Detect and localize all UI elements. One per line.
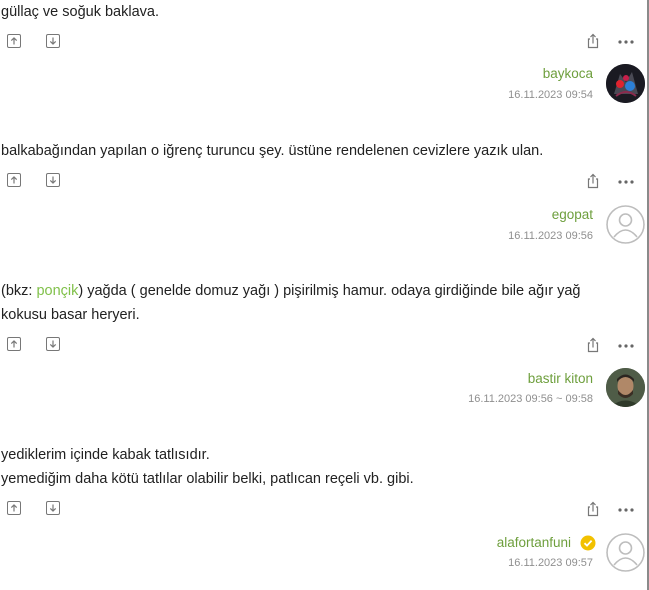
author-name[interactable]: bastir kiton bbox=[528, 371, 593, 386]
entry-text: ) yağda ( genelde domuz yağı ) pişirilmi… bbox=[78, 283, 581, 299]
more-options-icon[interactable] bbox=[617, 506, 635, 514]
default-user-icon bbox=[606, 205, 645, 244]
entry-text-line: yemediğim daha kötü tatlılar olabilir be… bbox=[1, 471, 414, 487]
more-options-icon[interactable] bbox=[617, 342, 635, 350]
entry-date[interactable]: 16.11.2023 09:57 bbox=[508, 557, 593, 569]
author-name[interactable]: alafortanfuni bbox=[497, 535, 571, 550]
upvote-icon[interactable] bbox=[7, 501, 21, 515]
entry-content: balkabağından yapılan o iğrenç turuncu ş… bbox=[1, 139, 543, 163]
entry-text-line: balkabağından yapılan o iğrenç turuncu ş… bbox=[1, 143, 544, 159]
upvote-icon[interactable] bbox=[7, 173, 21, 187]
downvote-icon[interactable] bbox=[46, 173, 60, 187]
downvote-icon[interactable] bbox=[46, 34, 60, 48]
share-icon[interactable] bbox=[585, 337, 601, 353]
entry-date[interactable]: 16.11.2023 09:54 bbox=[508, 89, 593, 101]
entry-text-line: güllaç ve soğuk baklava. bbox=[1, 4, 159, 20]
share-icon[interactable] bbox=[585, 33, 601, 49]
entry-date[interactable]: 16.11.2023 09:56 bbox=[508, 230, 593, 242]
author-avatar[interactable] bbox=[606, 64, 645, 103]
more-options-icon[interactable] bbox=[617, 178, 635, 186]
entry-date[interactable]: 16.11.2023 09:56 ~ 09:58 bbox=[468, 393, 593, 405]
author-avatar[interactable] bbox=[606, 533, 645, 572]
share-icon[interactable] bbox=[585, 501, 601, 517]
author-avatar[interactable] bbox=[606, 368, 645, 407]
entry-content: güllaç ve soğuk baklava. bbox=[1, 0, 159, 24]
share-icon[interactable] bbox=[585, 173, 601, 189]
entry-text-line: kokusu basar heryeri. bbox=[1, 307, 140, 323]
downvote-icon[interactable] bbox=[46, 337, 60, 351]
upvote-icon[interactable] bbox=[7, 337, 21, 351]
default-user-icon bbox=[606, 533, 645, 572]
entry-text-line: yediklerim içinde kabak tatlısıdır. bbox=[1, 447, 210, 463]
verified-badge-icon bbox=[580, 535, 596, 551]
downvote-icon[interactable] bbox=[46, 501, 60, 515]
bkz-prefix: (bkz: bbox=[1, 283, 37, 299]
avatar-image bbox=[606, 64, 645, 103]
author-name[interactable]: baykoca bbox=[543, 66, 593, 81]
bkz-link[interactable]: ponçik bbox=[36, 283, 78, 299]
entry-content: yediklerim içinde kabak tatlısıdır. yeme… bbox=[1, 443, 414, 491]
more-options-icon[interactable] bbox=[617, 38, 635, 46]
entry-content: (bkz: ponçik) yağda ( genelde domuz yağı… bbox=[1, 279, 581, 327]
author-name[interactable]: egopat bbox=[552, 207, 593, 222]
avatar-image bbox=[606, 368, 645, 407]
author-avatar[interactable] bbox=[606, 205, 645, 244]
upvote-icon[interactable] bbox=[7, 34, 21, 48]
entry-text-line: (bkz: ponçik) yağda ( genelde domuz yağı… bbox=[1, 279, 581, 303]
